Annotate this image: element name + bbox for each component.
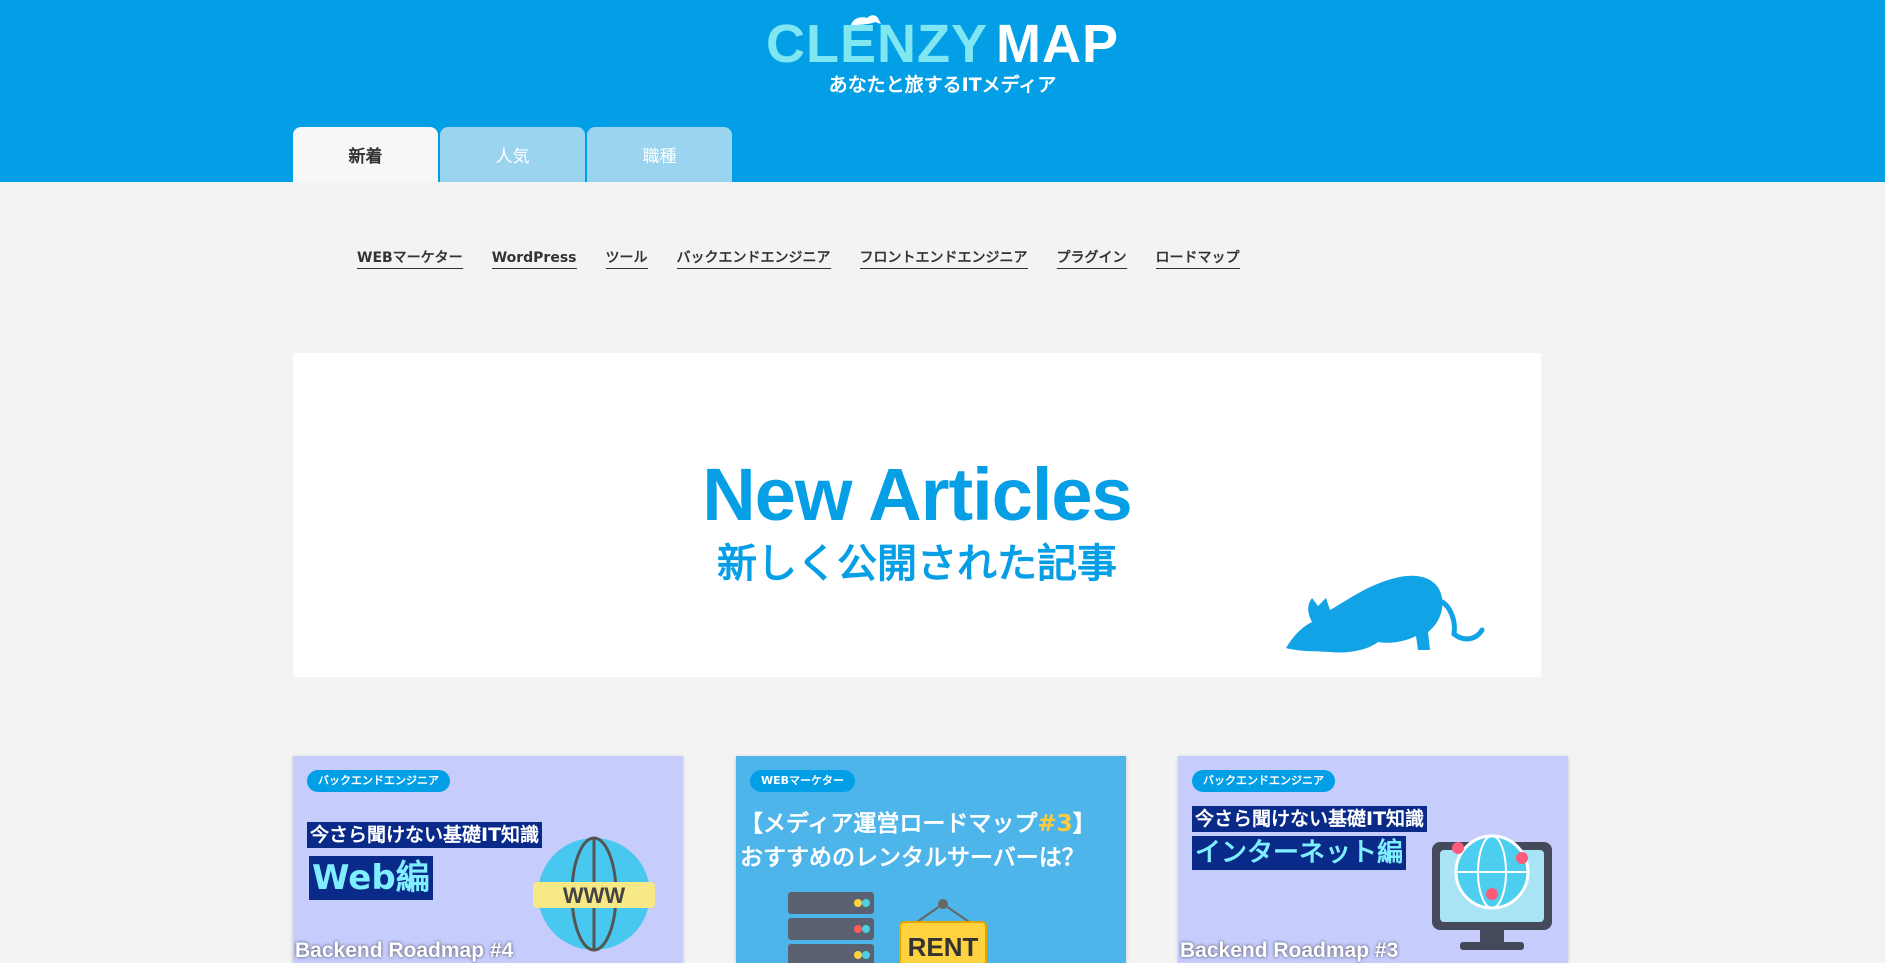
article-card-web[interactable]: バックエンドエンジニア 今さら聞けない基礎IT知識 Web編 WWW Backe…	[293, 756, 683, 963]
stretching-cat-illustration	[1286, 575, 1485, 653]
logo-cat-icon	[851, 15, 881, 25]
tab-bar: 新着 人気 職種	[293, 127, 732, 182]
card-headline-line2: インターネット編	[1192, 836, 1407, 870]
category-nav: WEBマーケター WordPress ツール バックエンドエンジニア フロントエ…	[357, 249, 1240, 269]
article-card-rental-server[interactable]: WEBマーケター 【メディア運営ロードマップ#3】 おすすめのレンタルサーバーは…	[736, 756, 1126, 963]
article-card-internet[interactable]: バックエンドエンジニア 今さら聞けない基礎IT知識 インターネット編 Backe…	[1178, 756, 1568, 963]
site-header: CLENZY MAP あなたと旅するITメディア 新着 人気 職種	[0, 0, 1885, 182]
card-category-badge[interactable]: WEBマーケター	[750, 770, 856, 792]
www-label: WWW	[563, 883, 626, 908]
category-link-wordpress[interactable]: WordPress	[491, 249, 577, 269]
card-headline-line1: 【メディア運営ロードマップ#3】	[740, 811, 1096, 837]
site-logo[interactable]: CLENZY MAP	[0, 14, 1885, 74]
card-headline-line2: おすすめのレンタルサーバーは？	[740, 845, 1085, 871]
card-headline-line2: Web編	[309, 856, 433, 900]
tab-job-type[interactable]: 職種	[587, 127, 732, 182]
card-headline-line1: 今さら聞けない基礎IT知識	[307, 822, 543, 848]
banner-title: New Articles	[702, 453, 1132, 536]
tab-new[interactable]: 新着	[293, 127, 438, 182]
new-articles-banner: New Articles 新しく公開された記事	[293, 353, 1541, 677]
card-category-badge[interactable]: バックエンドエンジニア	[307, 770, 450, 792]
card-headline-line1: 今さら聞けない基礎IT知識	[1192, 806, 1428, 832]
card-footer-text: Backend Roadmap #3	[1180, 939, 1399, 962]
logo-text-map: MAP	[996, 14, 1119, 74]
category-link-plugin[interactable]: プラグイン	[1056, 249, 1127, 269]
category-link-tool[interactable]: ツール	[605, 249, 648, 269]
tab-popular[interactable]: 人気	[440, 127, 585, 182]
rent-sign-icon: RENT	[899, 899, 987, 963]
card-footer-text: Backend Roadmap #4	[295, 939, 514, 962]
rent-label: RENT	[908, 932, 979, 962]
site-tagline: あなたと旅するITメディア	[828, 74, 1057, 96]
server-rack-icon	[788, 892, 874, 963]
computer-globe-icon	[1432, 834, 1552, 950]
category-link-web-marketer[interactable]: WEBマーケター	[357, 249, 463, 269]
category-link-roadmap[interactable]: ロードマップ	[1155, 249, 1240, 269]
category-link-backend-engineer[interactable]: バックエンドエンジニア	[676, 249, 831, 269]
card-category-badge[interactable]: バックエンドエンジニア	[1192, 770, 1335, 792]
category-link-frontend-engineer[interactable]: フロントエンドエンジニア	[859, 249, 1028, 269]
globe-www-icon: WWW	[533, 836, 655, 952]
